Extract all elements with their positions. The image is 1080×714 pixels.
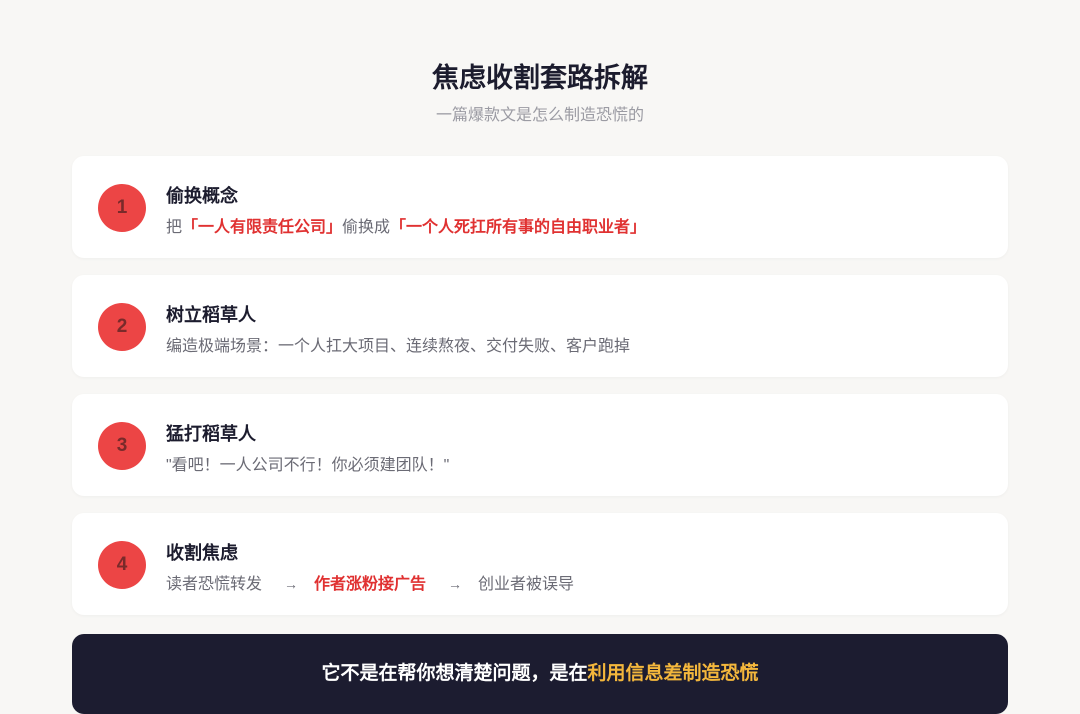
step-heading: 猛打稻草人 bbox=[166, 424, 256, 444]
step-card-4: 4 收割焦虑 读者恐慌转发 → 作者涨粉接广告 → 创业者被误导 bbox=[72, 513, 1008, 615]
highlight-term-b: 「一个人死扛所有事的自由职业者」 bbox=[390, 219, 647, 236]
highlight-term-a: 「一人有限责任公司」 bbox=[182, 219, 343, 236]
step-number-badge: 2 bbox=[98, 303, 146, 351]
step-card-3: 3 猛打稻草人 "看吧！一人公司不行！你必须建团队！" bbox=[72, 394, 1008, 496]
flow-step-a: 读者恐慌转发 bbox=[166, 576, 263, 593]
step-card-2: 2 树立稻草人 编造极端场景：一个人扛大项目、连续熬夜、交付失败、客户跑掉 bbox=[72, 275, 1008, 377]
conclusion-text: 它不是在帮你想清楚问题，是在利用信息差制造恐慌 bbox=[72, 658, 1008, 685]
step-description: "看吧！一人公司不行！你必须建团队！" bbox=[166, 457, 450, 474]
step-card-1: 1 偷换概念 把「一人有限责任公司」偷换成「一个人死扛所有事的自由职业者」 bbox=[72, 156, 1008, 258]
conclusion-highlight: 利用信息差制造恐慌 bbox=[587, 663, 759, 684]
flow-step-b: 作者涨粉接广告 bbox=[314, 576, 427, 593]
step-heading: 树立稻草人 bbox=[166, 305, 256, 325]
step-number-badge: 3 bbox=[98, 422, 146, 470]
page-title: 焦虑收割套路拆解 bbox=[432, 63, 648, 93]
step-number-badge: 1 bbox=[98, 184, 146, 232]
page-subtitle: 一篇爆款文是怎么制造恐慌的 bbox=[435, 107, 644, 124]
desc-mid: 偷换成 bbox=[342, 219, 391, 236]
arrow-right-icon: → bbox=[284, 576, 299, 592]
desc-prefix: 把 bbox=[166, 219, 183, 236]
step-heading: 收割焦虑 bbox=[166, 543, 238, 563]
step-number-badge: 4 bbox=[98, 541, 146, 589]
arrow-right-icon: → bbox=[448, 576, 463, 592]
conclusion-banner: 它不是在帮你想清楚问题，是在利用信息差制造恐慌 bbox=[72, 634, 1008, 714]
step-heading: 偷换概念 bbox=[166, 186, 238, 206]
step-description: 把「一人有限责任公司」偷换成「一个人死扛所有事的自由职业者」 bbox=[166, 213, 646, 237]
conclusion-prefix: 它不是在帮你想清楚问题，是在 bbox=[321, 663, 588, 684]
step-flow: 读者恐慌转发 → 作者涨粉接广告 → 创业者被误导 bbox=[166, 570, 574, 594]
flow-step-c: 创业者被误导 bbox=[478, 576, 575, 593]
step-description: 编造极端场景：一个人扛大项目、连续熬夜、交付失败、客户跑掉 bbox=[166, 338, 631, 355]
